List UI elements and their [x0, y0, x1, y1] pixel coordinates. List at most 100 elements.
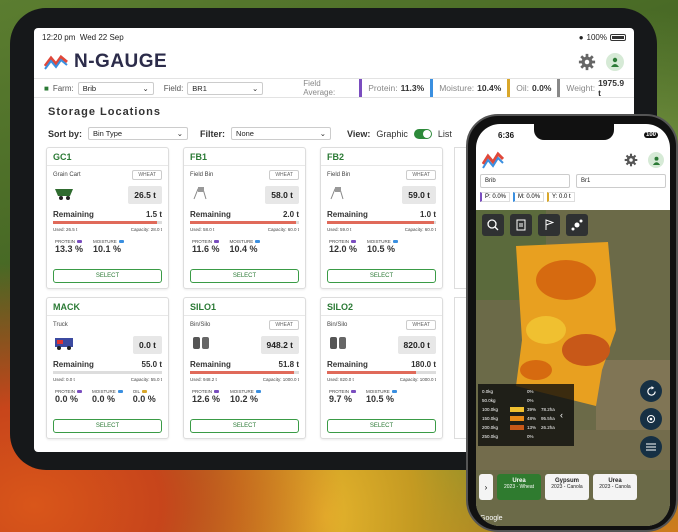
status-time: 12:20 pm: [42, 32, 76, 42]
phone-battery: 100: [643, 132, 658, 138]
filter-label: Filter:: [200, 128, 226, 139]
phone-header: [476, 146, 670, 174]
partial-card: [454, 147, 466, 289]
phone-screen: 6:36 100 Brib Br1 P: 0.0% M: 0.0% Y: 0.0 …: [476, 124, 670, 526]
chevron-left-icon[interactable]: ‹: [560, 410, 563, 420]
card-type: Grain Cart: [53, 172, 81, 178]
card-title: SILO2: [321, 298, 442, 316]
moisture-value: 10.1 %: [93, 244, 122, 254]
satellite-icon: [571, 219, 583, 231]
capacity-bar: [190, 221, 299, 224]
oil-metric: Oil: 0.0%: [507, 79, 557, 97]
legend-swatch: [510, 398, 524, 403]
map-view[interactable]: 0.0kg 0% 50.0kg 0% 100.0kg 39% 78.2ha 150…: [476, 210, 670, 526]
storage-card: SILO2 Bin/Silo WHEAT 820.0 t Remaining 180…: [320, 297, 443, 439]
select-button[interactable]: SELECT: [53, 269, 162, 283]
remaining-value: 2.0 t: [282, 210, 299, 219]
satellite-button[interactable]: [566, 214, 588, 236]
sort-label: Sort by:: [48, 128, 83, 139]
capacity-value: Capacity: 1000.0 t: [262, 377, 299, 382]
remaining-value: 51.8 t: [278, 360, 299, 369]
legend-swatch: [510, 407, 524, 412]
used-value: Used: 59.0 t: [327, 227, 352, 232]
field-bin-icon: [327, 185, 351, 201]
legend-rate: 100.0kg: [482, 407, 499, 412]
legend-area: 95.5ha: [541, 416, 555, 421]
card-type: Truck: [53, 322, 68, 328]
moisture-metric: Moisture: 10.4%: [430, 79, 507, 97]
view-toggle[interactable]: [413, 128, 432, 139]
document-button[interactable]: [510, 214, 532, 236]
remaining-value: 1.0 t: [419, 210, 436, 219]
status-bar: 12:20 pm Wed 22 Sep ● 100%: [34, 28, 634, 46]
sort-select[interactable]: Bin Type ⌄: [88, 127, 189, 140]
select-button[interactable]: SELECT: [327, 419, 436, 433]
phone-field-field[interactable]: Br1: [576, 174, 666, 188]
used-value: Used: 820.0 t: [327, 377, 354, 382]
search-icon: [487, 219, 499, 231]
legend-row: 0.0kg 0%: [482, 387, 570, 396]
legend-row: 100.0kg 39% 78.2ha: [482, 405, 570, 414]
legend-row: 50.0kg 0%: [482, 396, 570, 405]
farm-select[interactable]: Brib ⌄: [77, 81, 154, 95]
phone-time: 6:36: [498, 130, 515, 140]
remaining-label: Remaining: [53, 360, 94, 369]
status-date: Wed 22 Sep: [79, 32, 124, 42]
zoom-out-button[interactable]: [482, 214, 504, 236]
moisture-value: 10.5 %: [367, 244, 396, 254]
legend-swatch: [510, 389, 524, 394]
capacity-bar: [190, 371, 299, 374]
select-button[interactable]: SELECT: [190, 419, 299, 433]
legend-pct: 13%: [527, 425, 537, 430]
filter-select[interactable]: None ⌄: [231, 127, 332, 140]
product-chip-0[interactable]: Urea 2023 - Wheat: [497, 474, 541, 500]
gear-icon[interactable]: [624, 153, 638, 167]
card-title: FB2: [321, 148, 442, 166]
storage-card: FB2 Field Bin WHEAT 59.0 t Remaining 1.0 t…: [320, 147, 443, 289]
filter-value: None: [236, 129, 254, 138]
product-chips: › Urea 2023 - Wheat Gypsum 2023 - Canola U…: [476, 470, 670, 504]
field-bar: ■ Farm: Brib ⌄ Field: BR1 ⌄ Field Average: …: [34, 78, 634, 98]
locate-button[interactable]: [640, 408, 662, 430]
chevron-right-icon[interactable]: ›: [479, 474, 493, 500]
product-chip-1[interactable]: Gypsum 2023 - Canola: [545, 474, 589, 500]
used-value: Used: 58.0 t: [190, 227, 215, 232]
product-chip-2[interactable]: Urea 2023 - Canola: [593, 474, 637, 500]
legend-pct: 48%: [527, 416, 537, 421]
layers-button[interactable]: [640, 436, 662, 458]
storage-card: FB1 Field Bin WHEAT 58.0 t Remaining 2.0 t…: [183, 147, 306, 289]
user-icon: [611, 57, 619, 67]
field-value: BR1: [192, 83, 207, 93]
select-button[interactable]: SELECT: [327, 269, 436, 283]
legend-area: 26.2ha: [541, 425, 555, 430]
flag-button[interactable]: [538, 214, 560, 236]
gear-icon[interactable]: [578, 53, 596, 71]
used-value: Used: 0.0 t: [53, 377, 75, 382]
view-label: View:: [347, 128, 371, 139]
remaining-label: Remaining: [53, 210, 94, 219]
app-header: N-GAUGE: [34, 46, 634, 78]
view-graphic-label: Graphic: [376, 128, 408, 139]
field-select[interactable]: BR1 ⌄: [187, 81, 264, 95]
legend-pct: 39%: [527, 407, 537, 412]
protein-value: 12.6 %: [192, 394, 221, 404]
avatar[interactable]: [606, 53, 624, 71]
battery-icon: [610, 33, 626, 41]
flag-icon: [545, 219, 554, 230]
chevron-down-icon: ⌄: [319, 129, 327, 138]
sliders-icon: [646, 443, 656, 451]
farm-label: Farm:: [52, 83, 74, 93]
phone-metrics: P: 0.0% M: 0.0% Y: 0.0 t: [476, 188, 670, 206]
avatar[interactable]: [648, 152, 664, 168]
card-amount: 26.5 t: [128, 186, 162, 204]
card-amount: 948.2 t: [260, 336, 299, 354]
truck-icon: [53, 335, 77, 351]
moisture-value: 10.5 %: [366, 394, 395, 404]
select-button[interactable]: SELECT: [190, 269, 299, 283]
select-button[interactable]: SELECT: [53, 419, 162, 433]
remaining-value: 1.5 t: [145, 210, 162, 219]
capacity-value: Capacity: 28.0 t: [130, 227, 162, 232]
phone-farm-field[interactable]: Brib: [480, 174, 570, 188]
protein-value: 12.0 %: [329, 244, 358, 254]
refresh-button[interactable]: [640, 380, 662, 402]
